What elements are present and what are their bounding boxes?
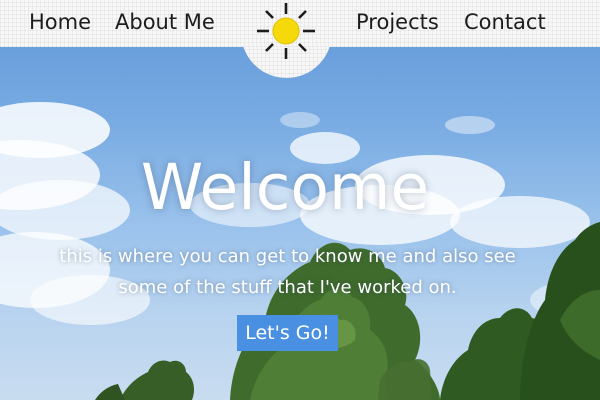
sun-logo-icon[interactable] (253, 0, 319, 66)
hero-title: Welcome (140, 151, 430, 224)
nav-link-contact[interactable]: Contact (464, 9, 546, 35)
hero-subtitle: this is where you can get to know me and… (59, 246, 516, 298)
nav-link-about-me[interactable]: About Me (115, 9, 215, 35)
lets-go-button[interactable]: Let's Go! (237, 315, 338, 351)
nav-link-home[interactable]: Home (29, 9, 91, 35)
nav-link-projects[interactable]: Projects (356, 9, 439, 35)
